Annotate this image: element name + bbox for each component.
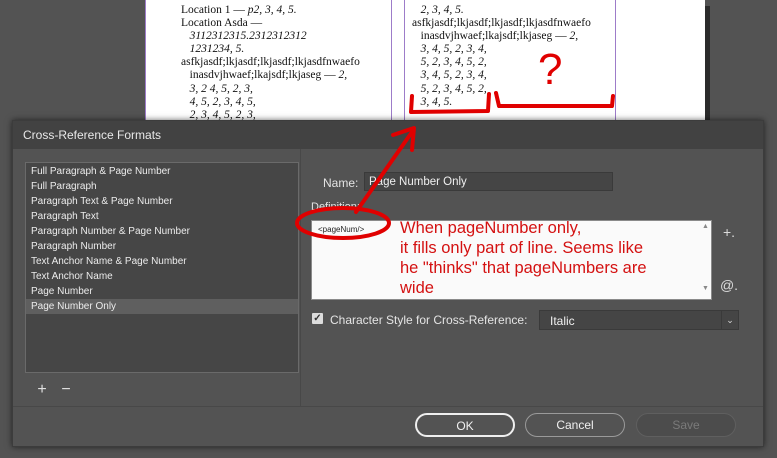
circle-mark (295, 206, 391, 240)
annotation-overlay: ? (295, 45, 615, 240)
annotation-note: When pageNumber only, it fills only part… (400, 219, 647, 297)
bracket-mark-left (409, 92, 491, 114)
arrow-shaft (354, 130, 414, 214)
question-mark-annotation: ? (538, 45, 562, 94)
bracket-mark-right (494, 91, 615, 108)
